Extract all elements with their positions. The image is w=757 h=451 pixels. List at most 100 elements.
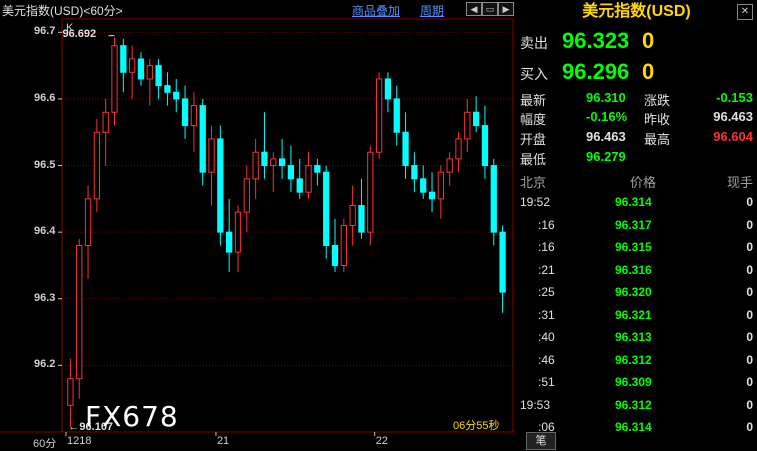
- candle[interactable]: [375, 72, 383, 159]
- candle[interactable]: [393, 85, 400, 146]
- candle[interactable]: [499, 225, 506, 313]
- prev-close-label: 昨收: [644, 112, 671, 127]
- tick-volume: 0: [746, 375, 753, 389]
- candle-body: [287, 165, 295, 180]
- candle[interactable]: [67, 358, 74, 428]
- tick-volume: 0: [746, 240, 753, 254]
- candle-body: [243, 178, 250, 213]
- tick-volume: 0: [746, 262, 753, 277]
- candle[interactable]: [190, 92, 198, 153]
- candle[interactable]: [455, 132, 462, 173]
- tick-row: :25 96.320 0: [516, 282, 757, 304]
- candle[interactable]: [93, 118, 101, 213]
- candle-body: [349, 205, 356, 226]
- candle[interactable]: [261, 112, 268, 179]
- candle[interactable]: [129, 45, 136, 99]
- candle[interactable]: [384, 72, 392, 113]
- candle[interactable]: [349, 185, 356, 246]
- change-value: -0.153: [716, 90, 753, 105]
- candle-body: [455, 138, 462, 160]
- candle[interactable]: [120, 38, 127, 93]
- candle[interactable]: [111, 37, 118, 126]
- candle[interactable]: [472, 96, 480, 133]
- candle-body: [102, 111, 109, 133]
- candle[interactable]: [367, 145, 374, 246]
- buy-volume: 0: [642, 59, 655, 84]
- candle[interactable]: [217, 125, 224, 246]
- candle[interactable]: [243, 165, 250, 233]
- buy-quote-row: 买入 96.296 0: [516, 57, 757, 87]
- candle-body: [208, 138, 215, 173]
- candle-body: [226, 231, 233, 253]
- candle[interactable]: [490, 158, 497, 246]
- candle-body: [84, 198, 92, 246]
- tick-price: 96.315: [615, 240, 652, 254]
- chart-panel[interactable]: 美元指数(USD)<60分> 商品叠加 周期 ◀ ▭ ▶ 96.7 96.6 96.…: [0, 0, 515, 450]
- tick-time: :21: [538, 262, 555, 277]
- candle[interactable]: [102, 98, 109, 166]
- candle-body: [173, 91, 180, 100]
- watermark-logo: FX678: [85, 400, 179, 433]
- candle[interactable]: [137, 52, 145, 86]
- bar-countdown: 06分55秒: [453, 420, 500, 432]
- candle[interactable]: [402, 112, 409, 179]
- candle[interactable]: [208, 125, 215, 206]
- candle[interactable]: [181, 85, 189, 139]
- tab-ticks[interactable]: 笔: [526, 432, 556, 450]
- tick-price: 96.314: [615, 195, 652, 209]
- candle[interactable]: [270, 152, 277, 193]
- candle[interactable]: [278, 138, 286, 179]
- candle[interactable]: [305, 152, 312, 199]
- tick-row: :16 96.315 0: [516, 237, 757, 259]
- range-value: -0.16%: [586, 109, 628, 124]
- tick-price: 96.313: [615, 330, 652, 344]
- candlestick-chart[interactable]: [0, 0, 515, 449]
- candle-body: [278, 158, 286, 167]
- candle[interactable]: [252, 138, 259, 199]
- candle[interactable]: [437, 165, 444, 219]
- latest-label: 最新: [520, 93, 547, 108]
- candle-body: [296, 178, 303, 193]
- candle[interactable]: [358, 178, 365, 239]
- candle[interactable]: [226, 198, 233, 273]
- sell-quote-row: 卖出 96.323 0: [516, 26, 757, 56]
- candle[interactable]: [428, 172, 436, 213]
- candle[interactable]: [296, 158, 303, 199]
- candle[interactable]: [314, 158, 321, 186]
- candle[interactable]: [464, 98, 471, 153]
- latest-value: 96.310: [586, 90, 626, 105]
- tick-volume: 0: [746, 420, 753, 434]
- tick-time: :16: [538, 217, 555, 232]
- candle[interactable]: [323, 165, 330, 259]
- range-label: 幅度: [520, 112, 547, 127]
- tick-price: 96.312: [615, 352, 652, 367]
- y-tick-label: 96.3: [34, 291, 56, 304]
- candle[interactable]: [84, 185, 92, 279]
- close-icon[interactable]: ✕: [737, 4, 753, 20]
- x-tick-label: 21: [216, 435, 230, 447]
- candle[interactable]: [411, 152, 418, 193]
- tick-volume: 0: [746, 195, 753, 209]
- tick-volume: 0: [746, 352, 753, 367]
- candle[interactable]: [76, 238, 83, 399]
- tick-row: 19:53 96.312 0: [516, 395, 757, 417]
- candle-body: [155, 65, 162, 87]
- candle[interactable]: [199, 98, 206, 186]
- candle[interactable]: [340, 218, 347, 273]
- candle[interactable]: [446, 152, 453, 186]
- candle-body: [464, 111, 471, 140]
- candle-body: [199, 105, 206, 173]
- candle[interactable]: [481, 105, 489, 179]
- candle[interactable]: [146, 58, 153, 106]
- candle-body: [164, 85, 171, 93]
- candle[interactable]: [287, 145, 295, 193]
- tick-price: 96.309: [615, 375, 652, 389]
- candle-body: [93, 131, 101, 200]
- candle[interactable]: [173, 78, 180, 113]
- candle-body: [217, 138, 224, 233]
- candle[interactable]: [155, 58, 162, 99]
- candle[interactable]: [164, 72, 171, 106]
- candle[interactable]: [331, 218, 339, 273]
- candle[interactable]: [420, 165, 427, 199]
- candle[interactable]: [234, 205, 242, 273]
